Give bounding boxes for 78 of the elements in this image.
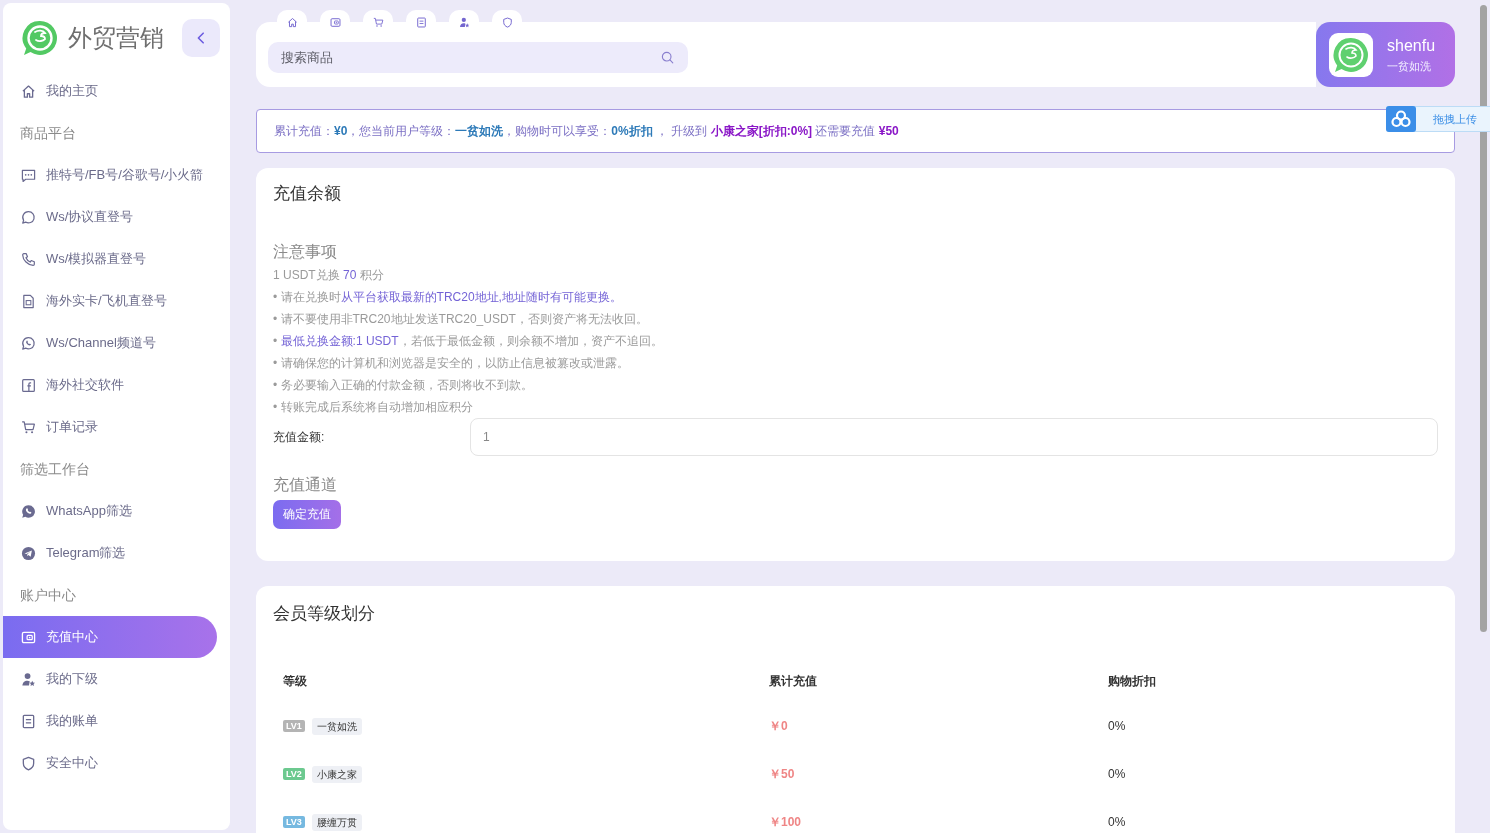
menu-item[interactable]: Ws/协议直登号: [3, 196, 217, 238]
cart-icon: [21, 419, 36, 435]
menu-item[interactable]: 我的主页: [3, 70, 217, 112]
level-name-tag: 小康之家: [311, 765, 362, 783]
menu-section-heading: 商品平台: [19, 124, 77, 143]
note-text: • 请确保您的计算机和浏览器是安全的，以防止信息被篡改或泄露。: [273, 355, 630, 372]
note-text: • 请在兑换时从平台获取最新的TRC20地址,地址随时有可能更换。: [273, 289, 623, 306]
collapse-button[interactable]: [182, 19, 220, 57]
phone-icon: [21, 251, 36, 267]
menu-item[interactable]: 订单记录: [3, 406, 217, 448]
notes-title: 注意事项: [273, 242, 338, 262]
search-field[interactable]: 搜索商品: [268, 42, 688, 73]
column-header: 等级: [283, 673, 308, 690]
table-cell: 0%: [1108, 815, 1126, 829]
card-title: 会员等级划分: [273, 603, 376, 625]
avatar-logo-icon: [1329, 32, 1373, 77]
menu-section-heading: 筛选工作台: [19, 460, 91, 479]
level-badge: LV2: [283, 768, 305, 780]
sim-card-icon: [21, 293, 36, 309]
chat-logo-icon: [22, 20, 58, 56]
table-cell: 0%: [1108, 719, 1126, 733]
amount-label: 充值金额:: [273, 428, 326, 446]
chat-bubble-icon: [21, 209, 36, 225]
menu-item[interactable]: Telegram筛选: [3, 532, 217, 574]
shield-icon: [501, 16, 513, 28]
menu-item[interactable]: WhatsApp筛选: [3, 490, 217, 532]
upload-button[interactable]: 拖拽上传: [1386, 106, 1490, 132]
menu-item[interactable]: 推特号/FB号/谷歌号/小火箭: [3, 154, 217, 196]
table-cell: ￥50: [769, 765, 795, 783]
cart-icon: [372, 16, 384, 28]
menu-item[interactable]: 海外社交软件: [3, 364, 217, 406]
table-cell: ￥100: [769, 813, 802, 831]
menu-item[interactable]: Ws/模拟器直登号: [3, 238, 217, 280]
card-title: 充值余额: [273, 183, 342, 205]
level-badge: LV3: [283, 816, 305, 828]
user-star-icon: [21, 671, 36, 687]
user-card[interactable]: shenfu 一贫如洗: [1316, 22, 1455, 87]
shield-icon: [21, 755, 36, 771]
table-cell: ￥0: [769, 717, 788, 735]
channel-title: 充值通道: [273, 475, 338, 495]
brand-title: 外贸营销: [68, 23, 164, 53]
level-badge: LV1: [283, 720, 305, 732]
note-text: • 转账完成后系统将自动增加相应积分: [273, 399, 474, 416]
column-header: 购物折扣: [1108, 673, 1157, 690]
amount-input[interactable]: 1: [470, 418, 1438, 456]
menu-item[interactable]: 我的账单: [3, 700, 217, 742]
menu-item[interactable]: 我的下级: [3, 658, 217, 700]
rate-text: 1 USDT兑换 70 积分: [273, 267, 385, 284]
search-icon[interactable]: [661, 51, 674, 64]
home-icon: [286, 16, 298, 28]
paper-plane-icon: [21, 545, 36, 561]
level-name-tag: 一贫如洗: [311, 717, 362, 735]
menu-item[interactable]: 海外实卡/飞机直登号: [3, 280, 217, 322]
phone-bubble-icon: [21, 503, 36, 519]
notice-text: 累计充值：¥0，您当前用户等级：一贫如洗，购物时可以享受：0%折扣 ， 升级到 小康之家[折扣:0%] 还需要充值 ¥50: [274, 122, 899, 140]
table-cell: 0%: [1108, 767, 1126, 781]
phone-bubble-icon: [21, 335, 36, 351]
document-icon: [415, 16, 427, 28]
menu-item[interactable]: 安全中心: [3, 742, 217, 784]
scrollbar-thumb[interactable]: [1480, 5, 1487, 632]
menu-section-heading: 账户中心: [19, 586, 77, 605]
wallet-icon: [329, 16, 341, 28]
message-dots-icon: [21, 167, 36, 183]
letter-f-square-icon: [21, 377, 36, 393]
menu-item[interactable]: 充值中心: [3, 616, 217, 658]
user-name: shenfu: [1387, 35, 1436, 56]
note-text: • 务必要输入正确的付款金额，否则将收不到款。: [273, 377, 534, 394]
submit-button[interactable]: 确定充值: [273, 500, 341, 529]
user-rank: 一贫如洗: [1387, 58, 1432, 74]
user-star-icon: [458, 16, 470, 28]
home-icon: [21, 83, 36, 99]
note-text: • 最低兑换金额:1 USDT，若低于最低金额，则余额不增加，资产不追回。: [273, 333, 664, 350]
column-header: 累计充值: [769, 673, 818, 690]
wallet-icon: [21, 629, 36, 645]
level-name-tag: 腰缠万贯: [311, 813, 362, 831]
menu-item[interactable]: Ws/Channel频道号: [3, 322, 217, 364]
note-text: • 请不要使用非TRC20地址发送TRC20_USDT，否则资产将无法收回。: [273, 311, 649, 328]
document-icon: [21, 713, 36, 729]
